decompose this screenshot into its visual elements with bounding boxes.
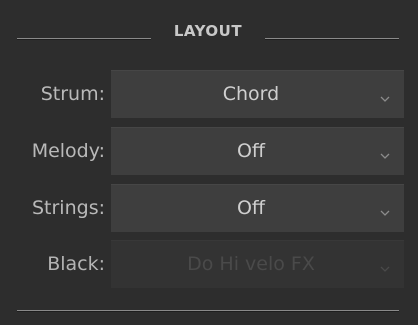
strings-label: Strings: (31, 197, 105, 219)
section-title: LAYOUT (173, 22, 243, 40)
chevron-down-icon (380, 259, 390, 272)
melody-dropdown-value: Off (236, 140, 266, 162)
strings-dropdown[interactable]: Off (111, 184, 404, 232)
black-dropdown[interactable]: Do Hi velo FX (111, 240, 404, 288)
strum-row: Strum: Chord (0, 70, 418, 118)
black-label: Black: (47, 253, 105, 275)
header-divider-right (265, 38, 399, 40)
strum-dropdown[interactable]: Chord (111, 70, 404, 118)
section-header: LAYOUT (0, 0, 418, 60)
chevron-down-icon (380, 146, 390, 159)
black-dropdown-value: Do Hi velo FX (187, 253, 315, 275)
melody-dropdown[interactable]: Off (111, 127, 404, 175)
melody-label: Melody: (31, 140, 105, 162)
chevron-down-icon (380, 89, 390, 102)
strings-dropdown-value: Off (236, 197, 266, 219)
strum-dropdown-value: Chord (222, 83, 280, 105)
strings-row: Strings: Off (0, 184, 418, 232)
black-row: Black: Do Hi velo FX (0, 240, 418, 288)
chevron-down-icon (380, 203, 390, 216)
header-divider-left (17, 38, 151, 40)
footer-divider (17, 310, 399, 312)
layout-panel: LAYOUT Strum: Chord Melody: Off Strings:… (0, 0, 418, 325)
melody-row: Melody: Off (0, 127, 418, 175)
strum-label: Strum: (40, 83, 105, 105)
